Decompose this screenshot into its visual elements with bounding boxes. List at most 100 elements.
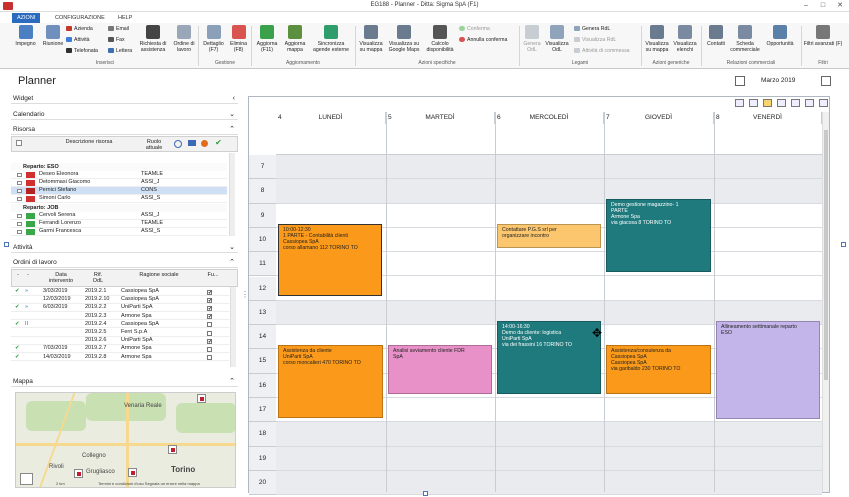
view-workweek-icon[interactable] <box>749 99 758 107</box>
odl-checkbox[interactable] <box>207 355 212 361</box>
chevron-down-icon[interactable]: ⌄ <box>229 109 235 120</box>
view-timeline-icon[interactable] <box>791 99 800 107</box>
resource-row[interactable]: Ferrandi Lorenzo TEAMLE <box>11 220 227 228</box>
ordine-lavoro-button[interactable]: Ordine di lavoro <box>171 25 197 53</box>
badge-icon[interactable] <box>201 140 208 147</box>
map-pin-icon[interactable] <box>74 469 83 478</box>
col-flag[interactable]: - <box>15 272 21 279</box>
richiesta-assistenza-button[interactable]: Richiesta di assistenza <box>136 25 170 53</box>
calcolo-button[interactable]: Calcolo disponibilità <box>424 25 456 53</box>
annulla-conferma-button[interactable]: Annulla conferma <box>459 37 507 44</box>
group-row-eso[interactable]: Reparto: ESO <box>11 163 227 171</box>
risorsa-scrollbar[interactable] <box>229 153 235 236</box>
dettaglio-button[interactable]: Dettaglio (F7) <box>200 25 227 53</box>
col-data[interactable]: Data intervento <box>46 272 76 284</box>
aggiorna-button[interactable]: Aggiorna (F11) <box>253 25 281 53</box>
odl-row[interactable]: ✔ » 6/03/2019 2019.2.2 UniParti SpA ✔ <box>11 304 229 312</box>
conferma-button[interactable]: Conferma <box>459 26 490 33</box>
ordini-section[interactable]: Ordini di lavoro ⌃ <box>11 257 238 268</box>
row-checkbox[interactable] <box>17 221 22 226</box>
chevron-down-icon[interactable]: ⌄ <box>229 242 235 253</box>
sincronizza-button[interactable]: Sincronizza agende esterne <box>310 25 352 53</box>
contatti-button[interactable]: Contatti <box>703 25 729 47</box>
attivita-button[interactable]: Attività <box>66 37 90 44</box>
risorsa-section[interactable]: Risorsa ⌃ <box>11 124 238 135</box>
resize-handle[interactable] <box>841 242 846 247</box>
odl-checkbox[interactable]: ✔ <box>207 289 212 295</box>
minimize-button[interactable]: – <box>800 1 812 11</box>
calendar-icon[interactable] <box>735 76 745 86</box>
odl-row[interactable]: ✔ II 2019.2.4 Cassiopea SpA <box>11 321 229 329</box>
odl-row[interactable]: ✔ » 3/03/2019 2019.2.1 Cassiopea SpA ✔ <box>11 288 229 296</box>
odl-checkbox[interactable]: ✔ <box>207 338 212 344</box>
event-demo-magazzino[interactable]: Demo gestione magazzino- 1 PARTE Armone … <box>606 199 711 272</box>
ok-icon[interactable]: ✔ <box>214 139 223 146</box>
odl-row[interactable]: ✔ 14/03/2019 2019.2.8 Armone Spa <box>11 354 229 362</box>
resource-row[interactable]: Cervoli Serena ASSI_J <box>11 212 227 220</box>
calendar-today-icon[interactable] <box>821 76 831 86</box>
view-day-icon[interactable] <box>735 99 744 107</box>
day-header-wednesday[interactable]: 6 MERCOLEDÌ <box>495 112 604 124</box>
event-assistenza-consulenza[interactable]: Assistenza/consulenza da Cassiopea SpA C… <box>606 345 711 394</box>
google-maps-button[interactable]: Visualizza su Google Maps <box>386 25 422 53</box>
car-icon[interactable] <box>188 140 196 146</box>
attivita-section[interactable]: Attività ⌄ <box>11 242 238 253</box>
chevron-up-icon[interactable]: ⌃ <box>229 376 235 387</box>
resource-row[interactable]: Deseo Eleonora TEAMLE <box>11 171 227 179</box>
telefonata-button[interactable]: Telefonata <box>66 48 98 55</box>
odl-row[interactable]: 2019.2.5 Ferri S.p.A <box>11 329 229 337</box>
tab-azioni[interactable]: AZIONI <box>12 13 41 23</box>
event-assistenza-cliente[interactable]: Assistenza da cliente UniParti SpA corso… <box>278 345 383 418</box>
event-contattare-pgs[interactable]: Contattare P.G.S srl per organizzare inc… <box>497 224 601 248</box>
resource-row[interactable]: Detommasi Giacomo ASSI_J <box>11 179 227 187</box>
col-ruolo[interactable]: Ruolo attuale <box>138 139 170 151</box>
odl-row[interactable]: 2019.2.6 UniParti SpA ✔ <box>11 337 229 345</box>
genera-rdl-button[interactable]: Genera RdL <box>574 26 610 33</box>
calendar-scrollbar[interactable] <box>822 112 829 492</box>
row-checkbox[interactable] <box>17 188 22 193</box>
calendario-section[interactable]: Calendario ⌄ <box>11 109 238 120</box>
odl-row[interactable]: 2019.2.3 Armone Spa ✔ <box>11 313 229 321</box>
opportunita-button[interactable]: Opportunità <box>762 25 798 47</box>
map-nav-icon[interactable] <box>20 473 33 485</box>
view-list-icon[interactable] <box>805 99 814 107</box>
row-checkbox[interactable] <box>17 180 22 185</box>
resource-row[interactable]: Simoni Carlo ASSI_S <box>11 195 227 203</box>
aggiorna-mappa-button[interactable]: Aggiorna mappa <box>281 25 309 53</box>
scrollbar-thumb[interactable] <box>824 130 828 380</box>
resize-handle[interactable] <box>4 242 9 247</box>
chevron-up-icon[interactable]: ⌃ <box>229 124 235 135</box>
riunione-button[interactable]: Riunione <box>40 25 66 47</box>
scheda-commerciale-button[interactable]: Scheda commerciale <box>730 25 760 53</box>
elimina-button[interactable]: Elimina (F8) <box>228 25 249 53</box>
group-row-job[interactable]: Reparto: JOB <box>11 204 227 212</box>
view-gantt-icon[interactable] <box>819 99 828 107</box>
mappa-section[interactable]: Mappa ⌃ <box>11 376 238 387</box>
hour-row[interactable] <box>276 155 822 180</box>
select-all-checkbox[interactable] <box>16 140 22 146</box>
resource-row[interactable]: Garmi Francesca ASSI_S <box>11 228 227 236</box>
row-checkbox[interactable] <box>17 229 22 234</box>
row-checkbox[interactable] <box>17 172 22 177</box>
tab-help[interactable]: HELP <box>113 13 137 23</box>
event-demo-logistica[interactable]: 14:00-16:30 Demo da cliente: logistica U… <box>497 321 601 394</box>
genera-odl-button[interactable]: Genera OdL <box>521 25 543 53</box>
col-ragione[interactable]: Ragione sociale <box>124 272 194 279</box>
maximize-button[interactable]: □ <box>817 1 829 11</box>
azienda-button[interactable]: Azienda <box>66 26 93 33</box>
col-fu[interactable]: Fu... <box>206 272 220 279</box>
day-header-friday[interactable]: 8 VENERDÌ <box>714 112 822 124</box>
tab-configurazione[interactable]: CONFIGURAZIONE <box>50 13 110 23</box>
view-week-icon[interactable] <box>763 99 772 107</box>
odl-checkbox[interactable]: ✔ <box>207 314 212 320</box>
lettera-button[interactable]: Lettera <box>108 48 132 55</box>
map-pin-icon[interactable] <box>197 394 206 403</box>
col-stato[interactable]: - <box>25 272 31 279</box>
month-picker[interactable]: Marzo 2019 <box>733 76 837 88</box>
day-header-monday[interactable]: 4 LUNEDÌ <box>276 112 386 124</box>
day-header-thursday[interactable]: 7 GIOVEDÌ <box>604 112 714 124</box>
odl-checkbox[interactable]: ✔ <box>207 305 212 311</box>
row-checkbox[interactable] <box>17 196 22 201</box>
odl-row[interactable]: ✔ 7/03/2019 2019.2.7 Armone Spa <box>11 345 229 353</box>
impegno-button[interactable]: Impegno <box>13 25 38 47</box>
